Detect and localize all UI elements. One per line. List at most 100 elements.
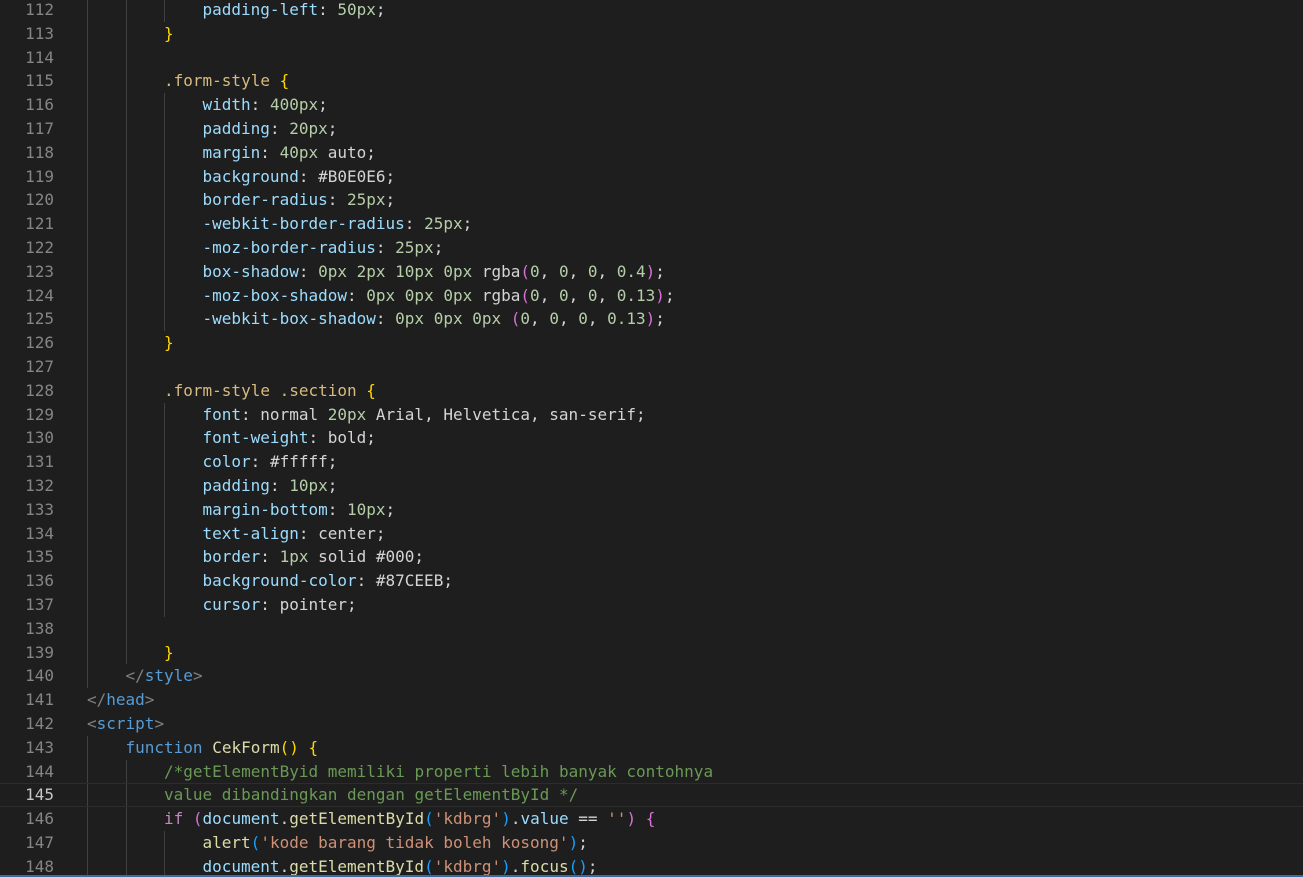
code-text: if (document.getElementById('kdbrg').val…: [164, 807, 655, 831]
code-line[interactable]: 116 width: 400px;: [0, 93, 1303, 117]
line-number: 130: [25, 428, 54, 448]
code-line[interactable]: 138: [0, 617, 1303, 641]
code-line[interactable]: 115 .form-style {: [0, 69, 1303, 93]
code-token: (: [520, 261, 531, 281]
code-line[interactable]: 139}: [0, 641, 1303, 665]
code-token: 0.4: [616, 261, 646, 281]
code-line[interactable]: 119 background: #B0E0E6;: [0, 165, 1303, 189]
line-number: 141: [25, 690, 54, 710]
code-token: ;: [433, 238, 444, 257]
code-token: 25px: [395, 238, 434, 257]
code-token: :: [260, 142, 280, 162]
code-line[interactable]: 135 border: 1px solid #000;: [0, 545, 1303, 569]
line-number: 118: [25, 142, 54, 162]
code-text: margin-bottom: 10px;: [203, 498, 396, 522]
code-token: >: [154, 714, 165, 733]
code-line[interactable]: 141 </head>: [0, 688, 1303, 712]
code-line[interactable]: 121 -webkit-border-radius: 25px;: [0, 212, 1303, 236]
code-token: :: [327, 499, 347, 519]
code-token: }: [164, 642, 174, 662]
code-line[interactable]: 146 if (document.getElementById('kdbrg').…: [0, 807, 1303, 831]
code-line[interactable]: 114: [0, 46, 1303, 70]
code-token: ,: [568, 285, 588, 305]
code-token: getElementById: [289, 856, 425, 876]
code-line[interactable]: 128 .form-style .section {: [0, 379, 1303, 403]
code-token: 0: [549, 309, 559, 329]
code-text: text-align: center;: [203, 522, 386, 546]
line-number: 133: [25, 499, 54, 519]
code-line[interactable]: 130 font-weight: bold;: [0, 426, 1303, 450]
line-number: 148: [25, 856, 54, 876]
code-token: : #87CEEB;: [356, 571, 453, 591]
line-number: 127: [25, 357, 54, 376]
code-token: (): [568, 856, 588, 876]
code-token: ;: [327, 119, 338, 138]
code-editor[interactable]: 112 padding-left: 50px; 113} 114 115 .form-st…: [0, 0, 1303, 877]
code-text: }: [164, 641, 174, 665]
code-token: :: [404, 214, 425, 234]
line-number: 115: [25, 71, 54, 91]
code-token: 20px: [327, 404, 367, 424]
code-line[interactable]: 147 alert('kode barang tidak boleh kosong…: [0, 831, 1303, 855]
code-line[interactable]: 133 margin-bottom: 10px;: [0, 498, 1303, 522]
code-text: <script>: [87, 712, 164, 736]
code-token: ,: [530, 309, 550, 329]
code-line[interactable]: 120 border-radius: 25px;: [0, 188, 1303, 212]
code-line[interactable]: 136 background-color: #87CEEB;: [0, 569, 1303, 593]
code-token: -moz-border-radius: [202, 238, 376, 257]
code-line[interactable]: 131 color: #fffff;: [0, 450, 1303, 474]
code-token: :: [375, 238, 396, 257]
code-line[interactable]: 127: [0, 355, 1303, 379]
code-text: padding: 20px;: [203, 117, 338, 141]
code-token: ,: [539, 261, 559, 281]
code-token: .: [279, 856, 290, 876]
code-line[interactable]: 125 -webkit-box-shadow: 0px 0px 0px (0, 0…: [0, 307, 1303, 331]
code-line[interactable]: 129 font: normal 20px Arial, Helvetica, s…: [0, 403, 1303, 427]
code-token: font-weight: [202, 428, 309, 448]
code-line[interactable]: 134 text-align: center;: [0, 522, 1303, 546]
code-line[interactable]: 113}: [0, 22, 1303, 46]
code-line[interactable]: 126}: [0, 331, 1303, 355]
code-line[interactable]: 144 /*getElementByid memiliki properti le…: [0, 760, 1303, 784]
code-token: : bold;: [308, 428, 376, 448]
code-token: 'kode barang tidak boleh kosong': [260, 833, 569, 852]
code-token: {: [279, 71, 290, 91]
code-line[interactable]: 112 padding-left: 50px;: [0, 0, 1303, 22]
code-token: 0: [520, 309, 531, 329]
code-token: style: [144, 666, 193, 686]
code-token: head: [106, 690, 145, 710]
code-token: :: [269, 476, 290, 495]
code-line[interactable]: 148 document.getElementById('kdbrg').focu…: [0, 855, 1303, 877]
code-line[interactable]: 118 margin: 40px auto;: [0, 141, 1303, 165]
code-token: alert: [202, 833, 251, 852]
code-line[interactable]: 143 function CekForm() {: [0, 736, 1303, 760]
code-text: </head>: [87, 688, 154, 712]
code-line[interactable]: 132 padding: 10px;: [0, 474, 1303, 498]
code-token: ;: [655, 261, 665, 281]
code-line[interactable]: 122 -moz-border-radius: 25px;: [0, 236, 1303, 260]
code-token: CekForm: [212, 737, 280, 757]
code-line[interactable]: 137 cursor: pointer;: [0, 593, 1303, 617]
code-token: 40px: [279, 142, 319, 162]
code-token: background-color: [202, 571, 357, 591]
code-line[interactable]: 142 <script>: [0, 712, 1303, 736]
line-number: 139: [25, 642, 54, 662]
line-number: 143: [25, 737, 54, 757]
code-text: font-weight: bold;: [203, 426, 376, 450]
code-token: 10px: [347, 499, 386, 519]
code-token: border: [202, 547, 261, 567]
line-number: 134: [25, 523, 54, 543]
code-line[interactable]: 145 value dibandingkan dengan getElementB…: [0, 783, 1303, 807]
code-text: -moz-box-shadow: 0px 0px 0px rgba(0, 0, …: [203, 284, 675, 308]
code-token: ;: [462, 214, 473, 234]
code-line[interactable]: 123 box-shadow: 0px 2px 10px 0px rgba(0, …: [0, 260, 1303, 284]
code-text: document.getElementById('kdbrg').focus()…: [203, 855, 598, 877]
code-line[interactable]: 140 </style>: [0, 664, 1303, 688]
code-line[interactable]: 117 padding: 20px;: [0, 117, 1303, 141]
code-line[interactable]: 124 -moz-box-shadow: 0px 0px 0px rgba(0, …: [0, 284, 1303, 308]
line-number: 114: [25, 47, 54, 67]
code-token: 'kdbrg': [433, 809, 502, 829]
code-token: :: [250, 95, 270, 115]
code-text: -webkit-box-shadow: 0px 0px 0px (0, 0, 0…: [203, 307, 665, 331]
